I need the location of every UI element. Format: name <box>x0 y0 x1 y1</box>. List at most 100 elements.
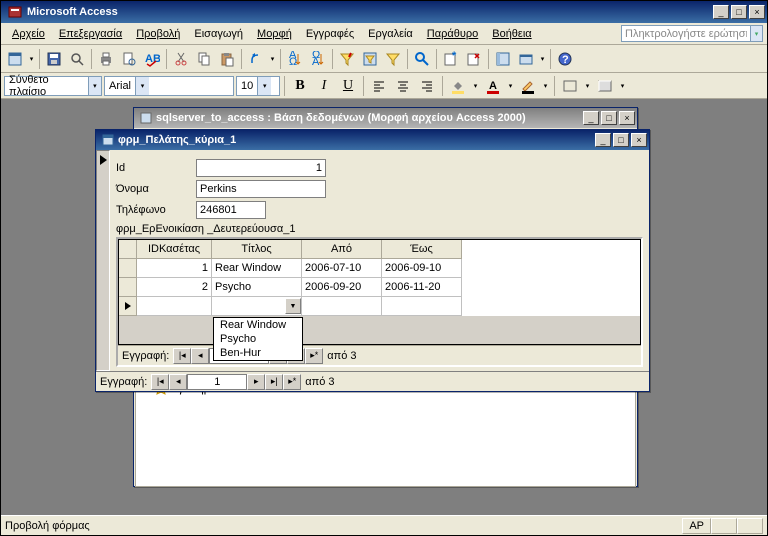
spelling-button[interactable]: ABC <box>141 48 163 70</box>
help-button[interactable]: ? <box>554 48 576 70</box>
paste-button[interactable] <box>216 48 238 70</box>
menu-window[interactable]: Παράθυρο <box>420 26 485 42</box>
fontcolor-dropdown[interactable]: ▾ <box>506 82 515 90</box>
menu-file[interactable]: Αρχείο <box>5 26 52 42</box>
object-combo[interactable]: Σύνθετο πλαίσιο▾ <box>4 76 102 96</box>
nav-next[interactable]: ▸ <box>247 374 265 390</box>
cell[interactable]: 1 <box>137 259 212 278</box>
ask-dropdown-icon[interactable]: ▾ <box>751 25 763 42</box>
combo-dropdown-button[interactable]: ▼ <box>285 298 301 314</box>
print-button[interactable] <box>95 48 117 70</box>
sort-desc-button[interactable]: ΩA <box>307 48 329 70</box>
cell[interactable] <box>137 297 212 316</box>
line-width-button[interactable] <box>559 75 581 97</box>
italic-button[interactable]: I <box>313 75 335 97</box>
filter-form-button[interactable] <box>359 48 381 70</box>
new-object-dropdown[interactable]: ▾ <box>538 55 547 63</box>
linewidth-dropdown[interactable]: ▾ <box>583 82 592 90</box>
nav-first[interactable]: |◂ <box>151 374 169 390</box>
underline-button[interactable]: U <box>337 75 359 97</box>
cell[interactable]: 2 <box>137 278 212 297</box>
view-button[interactable] <box>4 48 26 70</box>
menu-edit[interactable]: Επεξεργασία <box>52 26 129 42</box>
row-selector[interactable] <box>119 259 137 278</box>
copy-button[interactable] <box>193 48 215 70</box>
select-all-cell[interactable] <box>119 240 137 259</box>
title-combo-cell[interactable]: ▼ <box>212 297 302 316</box>
align-left-button[interactable] <box>368 75 390 97</box>
name-field[interactable] <box>196 180 326 198</box>
formwin-min[interactable]: _ <box>595 133 611 147</box>
col-idkasetas[interactable]: IDΚασέτας <box>137 240 212 259</box>
nav-current[interactable] <box>187 374 247 390</box>
new-object-button[interactable] <box>515 48 537 70</box>
new-record-button[interactable]: * <box>440 48 462 70</box>
nav-prev[interactable]: ◂ <box>191 348 209 364</box>
find-button[interactable] <box>411 48 433 70</box>
dbwin-min[interactable]: _ <box>583 111 599 125</box>
ask-input[interactable] <box>621 25 751 42</box>
menu-view[interactable]: Προβολή <box>129 26 187 42</box>
linecolor-dropdown[interactable]: ▾ <box>541 82 550 90</box>
font-color-button[interactable]: A <box>482 75 504 97</box>
nav-first[interactable]: |◂ <box>173 348 191 364</box>
bold-button[interactable]: B <box>289 75 311 97</box>
menu-records[interactable]: Εγγραφές <box>299 26 361 42</box>
undo-button[interactable] <box>245 48 267 70</box>
menu-format[interactable]: Μορφή <box>250 26 299 42</box>
close-button[interactable]: × <box>749 5 765 19</box>
id-field[interactable] <box>196 159 326 177</box>
menu-help[interactable]: Βοήθεια <box>485 26 538 42</box>
row-selector[interactable] <box>119 278 137 297</box>
database-window-button[interactable] <box>492 48 514 70</box>
special-effect-button[interactable] <box>594 75 616 97</box>
fill-dropdown[interactable]: ▾ <box>471 82 480 90</box>
minimize-button[interactable]: _ <box>713 5 729 19</box>
search-button[interactable] <box>66 48 88 70</box>
cell[interactable]: 2006-07-10 <box>302 259 382 278</box>
fontsize-combo[interactable]: 10▾ <box>236 76 280 96</box>
cell[interactable] <box>302 297 382 316</box>
cell[interactable]: 2006-11-20 <box>382 278 462 297</box>
dropdown-option[interactable]: Psycho <box>214 332 302 346</box>
maximize-button[interactable]: □ <box>731 5 747 19</box>
toggle-filter-button[interactable] <box>382 48 404 70</box>
record-selector[interactable] <box>96 150 110 371</box>
dropdown-option[interactable]: Rear Window <box>214 318 302 332</box>
cell[interactable]: 2006-09-10 <box>382 259 462 278</box>
nav-last[interactable]: ▸| <box>265 374 283 390</box>
formwin-max[interactable]: □ <box>613 133 629 147</box>
align-center-button[interactable] <box>392 75 414 97</box>
col-titlos[interactable]: Τίτλος <box>212 240 302 259</box>
phone-field[interactable] <box>196 201 266 219</box>
undo-dropdown[interactable]: ▾ <box>268 55 277 63</box>
font-combo[interactable]: Arial▾ <box>104 76 234 96</box>
dbwin-close[interactable]: × <box>619 111 635 125</box>
cell[interactable] <box>382 297 462 316</box>
menu-tools[interactable]: Εργαλεία <box>361 26 420 42</box>
view-dropdown[interactable]: ▾ <box>27 55 36 63</box>
fill-color-button[interactable] <box>447 75 469 97</box>
print-preview-button[interactable] <box>118 48 140 70</box>
sort-asc-button[interactable]: AΩ <box>284 48 306 70</box>
effect-dropdown[interactable]: ▾ <box>618 82 627 90</box>
filter-selection-button[interactable] <box>336 48 358 70</box>
menu-insert[interactable]: Εισαγωγή <box>187 26 250 42</box>
form-window[interactable]: φρμ_Πελάτης_κύρια_1 _ □ × Id Όνομα <box>95 129 650 392</box>
col-eos[interactable]: Έως <box>382 240 462 259</box>
chevron-down-icon[interactable]: ▾ <box>257 77 271 95</box>
cell[interactable]: Rear Window <box>212 259 302 278</box>
chevron-down-icon[interactable]: ▾ <box>88 77 101 95</box>
dbwin-max[interactable]: □ <box>601 111 617 125</box>
col-apo[interactable]: Από <box>302 240 382 259</box>
app-titlebar[interactable]: Microsoft Access _ □ × <box>1 1 767 23</box>
nav-new[interactable]: ▸* <box>305 348 323 364</box>
delete-record-button[interactable] <box>463 48 485 70</box>
row-selector-current[interactable] <box>119 297 137 316</box>
cell[interactable]: 2006-09-20 <box>302 278 382 297</box>
align-right-button[interactable] <box>416 75 438 97</box>
cell[interactable]: Psycho <box>212 278 302 297</box>
dropdown-option[interactable]: Ben-Hur <box>214 346 302 360</box>
dbwin-titlebar[interactable]: sqlserver_to_access : Βάση δεδομένων (Μο… <box>134 108 637 128</box>
cut-button[interactable] <box>170 48 192 70</box>
